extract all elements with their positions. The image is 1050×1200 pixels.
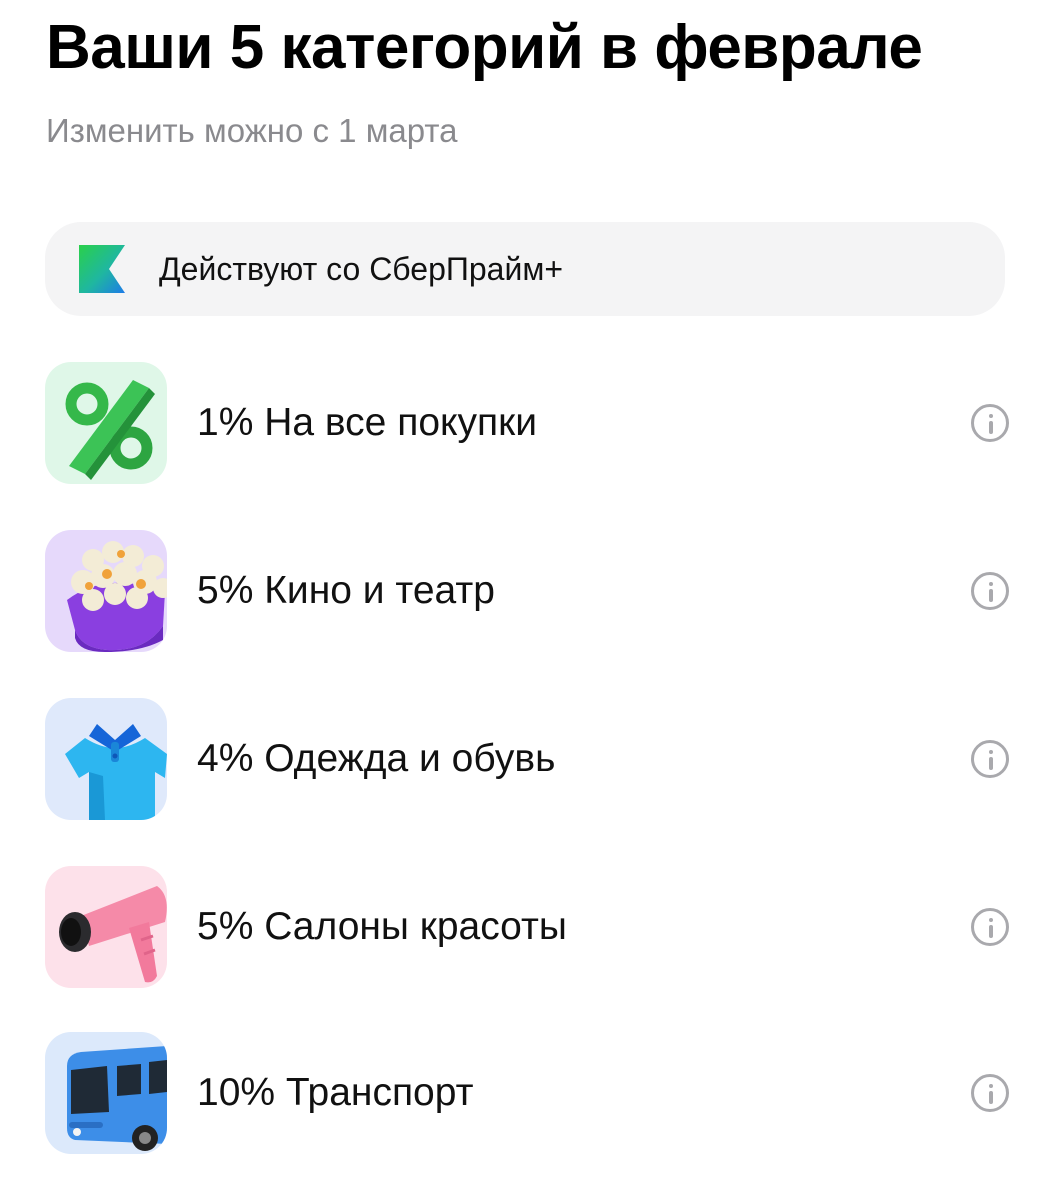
category-row-beauty[interactable]: 5% Салоны красоты <box>45 866 1015 988</box>
bus-icon <box>45 1032 167 1154</box>
shirt-icon <box>45 698 167 820</box>
hairdryer-icon <box>45 866 167 988</box>
banner-text: Действуют со СберПрайм+ <box>159 251 564 287</box>
category-label: 10% Транспорт <box>197 1071 474 1114</box>
info-icon[interactable] <box>971 740 1009 778</box>
category-label: 4% Одежда и обувь <box>197 737 556 780</box>
category-label: 5% Салоны красоты <box>197 905 567 948</box>
popcorn-icon <box>45 530 167 652</box>
category-row-all-purchases[interactable]: 1% На все покупки <box>45 362 1015 484</box>
category-row-cinema[interactable]: 5% Кино и театр <box>45 530 1015 652</box>
category-row-transport[interactable]: 10% Транспорт <box>45 1032 1015 1154</box>
category-label: 5% Кино и театр <box>197 569 495 612</box>
sberprime-banner[interactable]: Действуют со СберПрайм+ <box>45 222 1005 316</box>
sberprime-logo-icon <box>79 245 125 293</box>
page-subtitle: Изменить можно с 1 марта <box>46 112 458 149</box>
page-title: Ваши 5 категорий в феврале <box>46 13 923 82</box>
category-label: 1% На все покупки <box>197 401 537 444</box>
info-icon[interactable] <box>971 572 1009 610</box>
info-icon[interactable] <box>971 1074 1009 1112</box>
info-icon[interactable] <box>971 908 1009 946</box>
category-row-clothing[interactable]: 4% Одежда и обувь <box>45 698 1015 820</box>
percent-icon <box>45 362 167 484</box>
info-icon[interactable] <box>971 404 1009 442</box>
